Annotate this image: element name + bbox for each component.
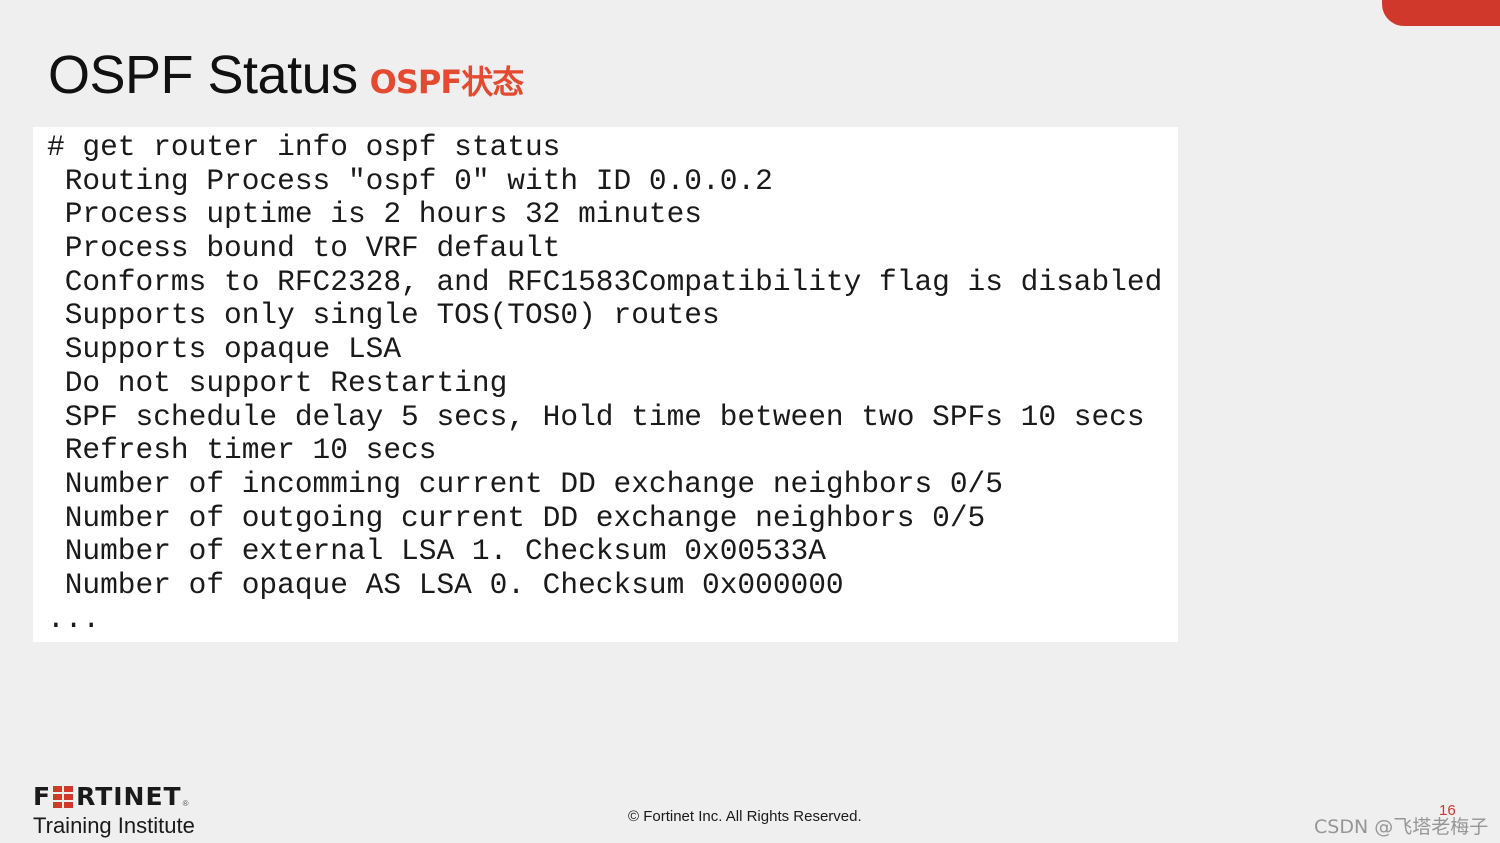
cli-output-line: Number of opaque AS LSA 0. Checksum 0x00… [47, 567, 844, 602]
fortinet-logo: F RTINET ® [33, 782, 189, 811]
cli-output-line: Number of outgoing current DD exchange n… [47, 500, 986, 535]
cli-output-line: Process uptime is 2 hours 32 minutes [47, 197, 703, 232]
cli-output-line: Routing Process "ospf 0" with ID 0.0.0.2 [47, 163, 773, 198]
cli-output-line: SPF schedule delay 5 secs, Hold time bet… [47, 399, 1145, 434]
csdn-watermark: CSDN @飞塔老梅子 [1314, 816, 1489, 838]
cli-output: # get router info ospf status Routing Pr… [33, 127, 1178, 636]
registered-mark: ® [182, 799, 189, 808]
copyright-notice: © Fortinet Inc. All Rights Reserved. [628, 808, 862, 825]
cli-output-line: Refresh timer 10 secs [47, 433, 437, 468]
fortinet-wordmark: F RTINET ® [33, 782, 189, 811]
cli-output-line: Process bound to VRF default [47, 231, 561, 266]
fortinet-grid-logo-icon [53, 786, 74, 808]
training-institute-label: Training Institute [33, 813, 195, 838]
cli-output-box: # get router info ospf status Routing Pr… [33, 127, 1178, 642]
cli-output-ellipsis: ... [47, 601, 101, 636]
cli-command-line: # get router info ospf status [47, 130, 561, 164]
slide-title-translation: OSPF状态 [369, 63, 525, 101]
cli-output-line: Do not support Restarting [47, 365, 508, 400]
logo-letters-rtinet: RTINET [76, 782, 182, 811]
slide-title: OSPF Status [48, 45, 358, 105]
cli-output-line: Supports only single TOS(TOS0) routes [47, 298, 720, 333]
logo-letter-f: F [33, 782, 52, 811]
slide-title-row: OSPF Status OSPF状态 [48, 44, 525, 106]
page-number: 16 [1439, 802, 1456, 819]
cli-output-line: Supports opaque LSA [47, 332, 402, 367]
cli-output-line: Conforms to RFC2328, and RFC1583Compatib… [47, 264, 1163, 299]
cli-output-line: Number of external LSA 1. Checksum 0x005… [47, 534, 826, 569]
corner-accent-tab [1382, 0, 1500, 26]
cli-output-line: Number of incomming current DD exchange … [47, 466, 1003, 501]
